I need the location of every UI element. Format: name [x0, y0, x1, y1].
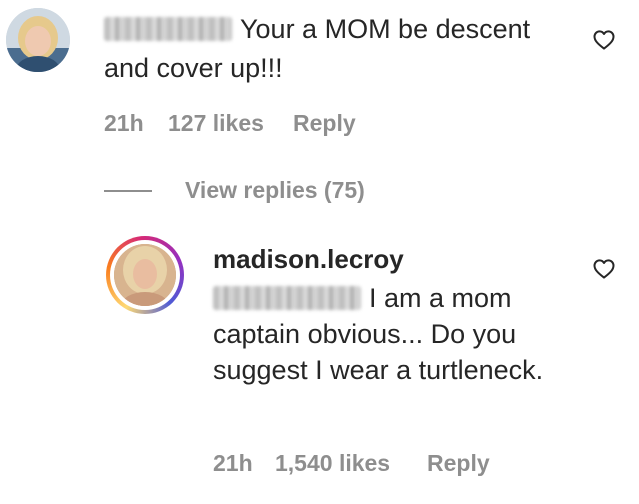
story-ring[interactable]: [106, 236, 184, 314]
replies-divider: [104, 190, 152, 192]
reply-text: I am a mom captain obvious... Do you sug…: [213, 280, 573, 388]
reply-timestamp[interactable]: 21h: [213, 450, 253, 477]
blurred-username[interactable]: [104, 17, 232, 41]
heart-icon[interactable]: [592, 257, 616, 281]
avatar-photo: [114, 244, 176, 306]
view-replies-button[interactable]: View replies (75): [185, 177, 365, 204]
reply-likes[interactable]: 1,540 likes: [275, 450, 390, 477]
reply-button[interactable]: Reply: [427, 450, 490, 477]
comment-likes[interactable]: 127 likes: [168, 110, 264, 137]
commenter-avatar[interactable]: [6, 8, 70, 72]
reply-username[interactable]: madison.lecroy: [213, 244, 404, 275]
blurred-mention[interactable]: [213, 286, 361, 310]
comment-timestamp[interactable]: 21h: [104, 110, 144, 137]
comment-text: Your a MOM be descent and cover up!!!: [104, 10, 574, 88]
reply-button[interactable]: Reply: [293, 110, 356, 137]
reply-avatar: [114, 244, 176, 306]
heart-icon[interactable]: [592, 28, 616, 52]
avatar-photo: [6, 8, 70, 72]
avatar-frame: [110, 240, 180, 310]
